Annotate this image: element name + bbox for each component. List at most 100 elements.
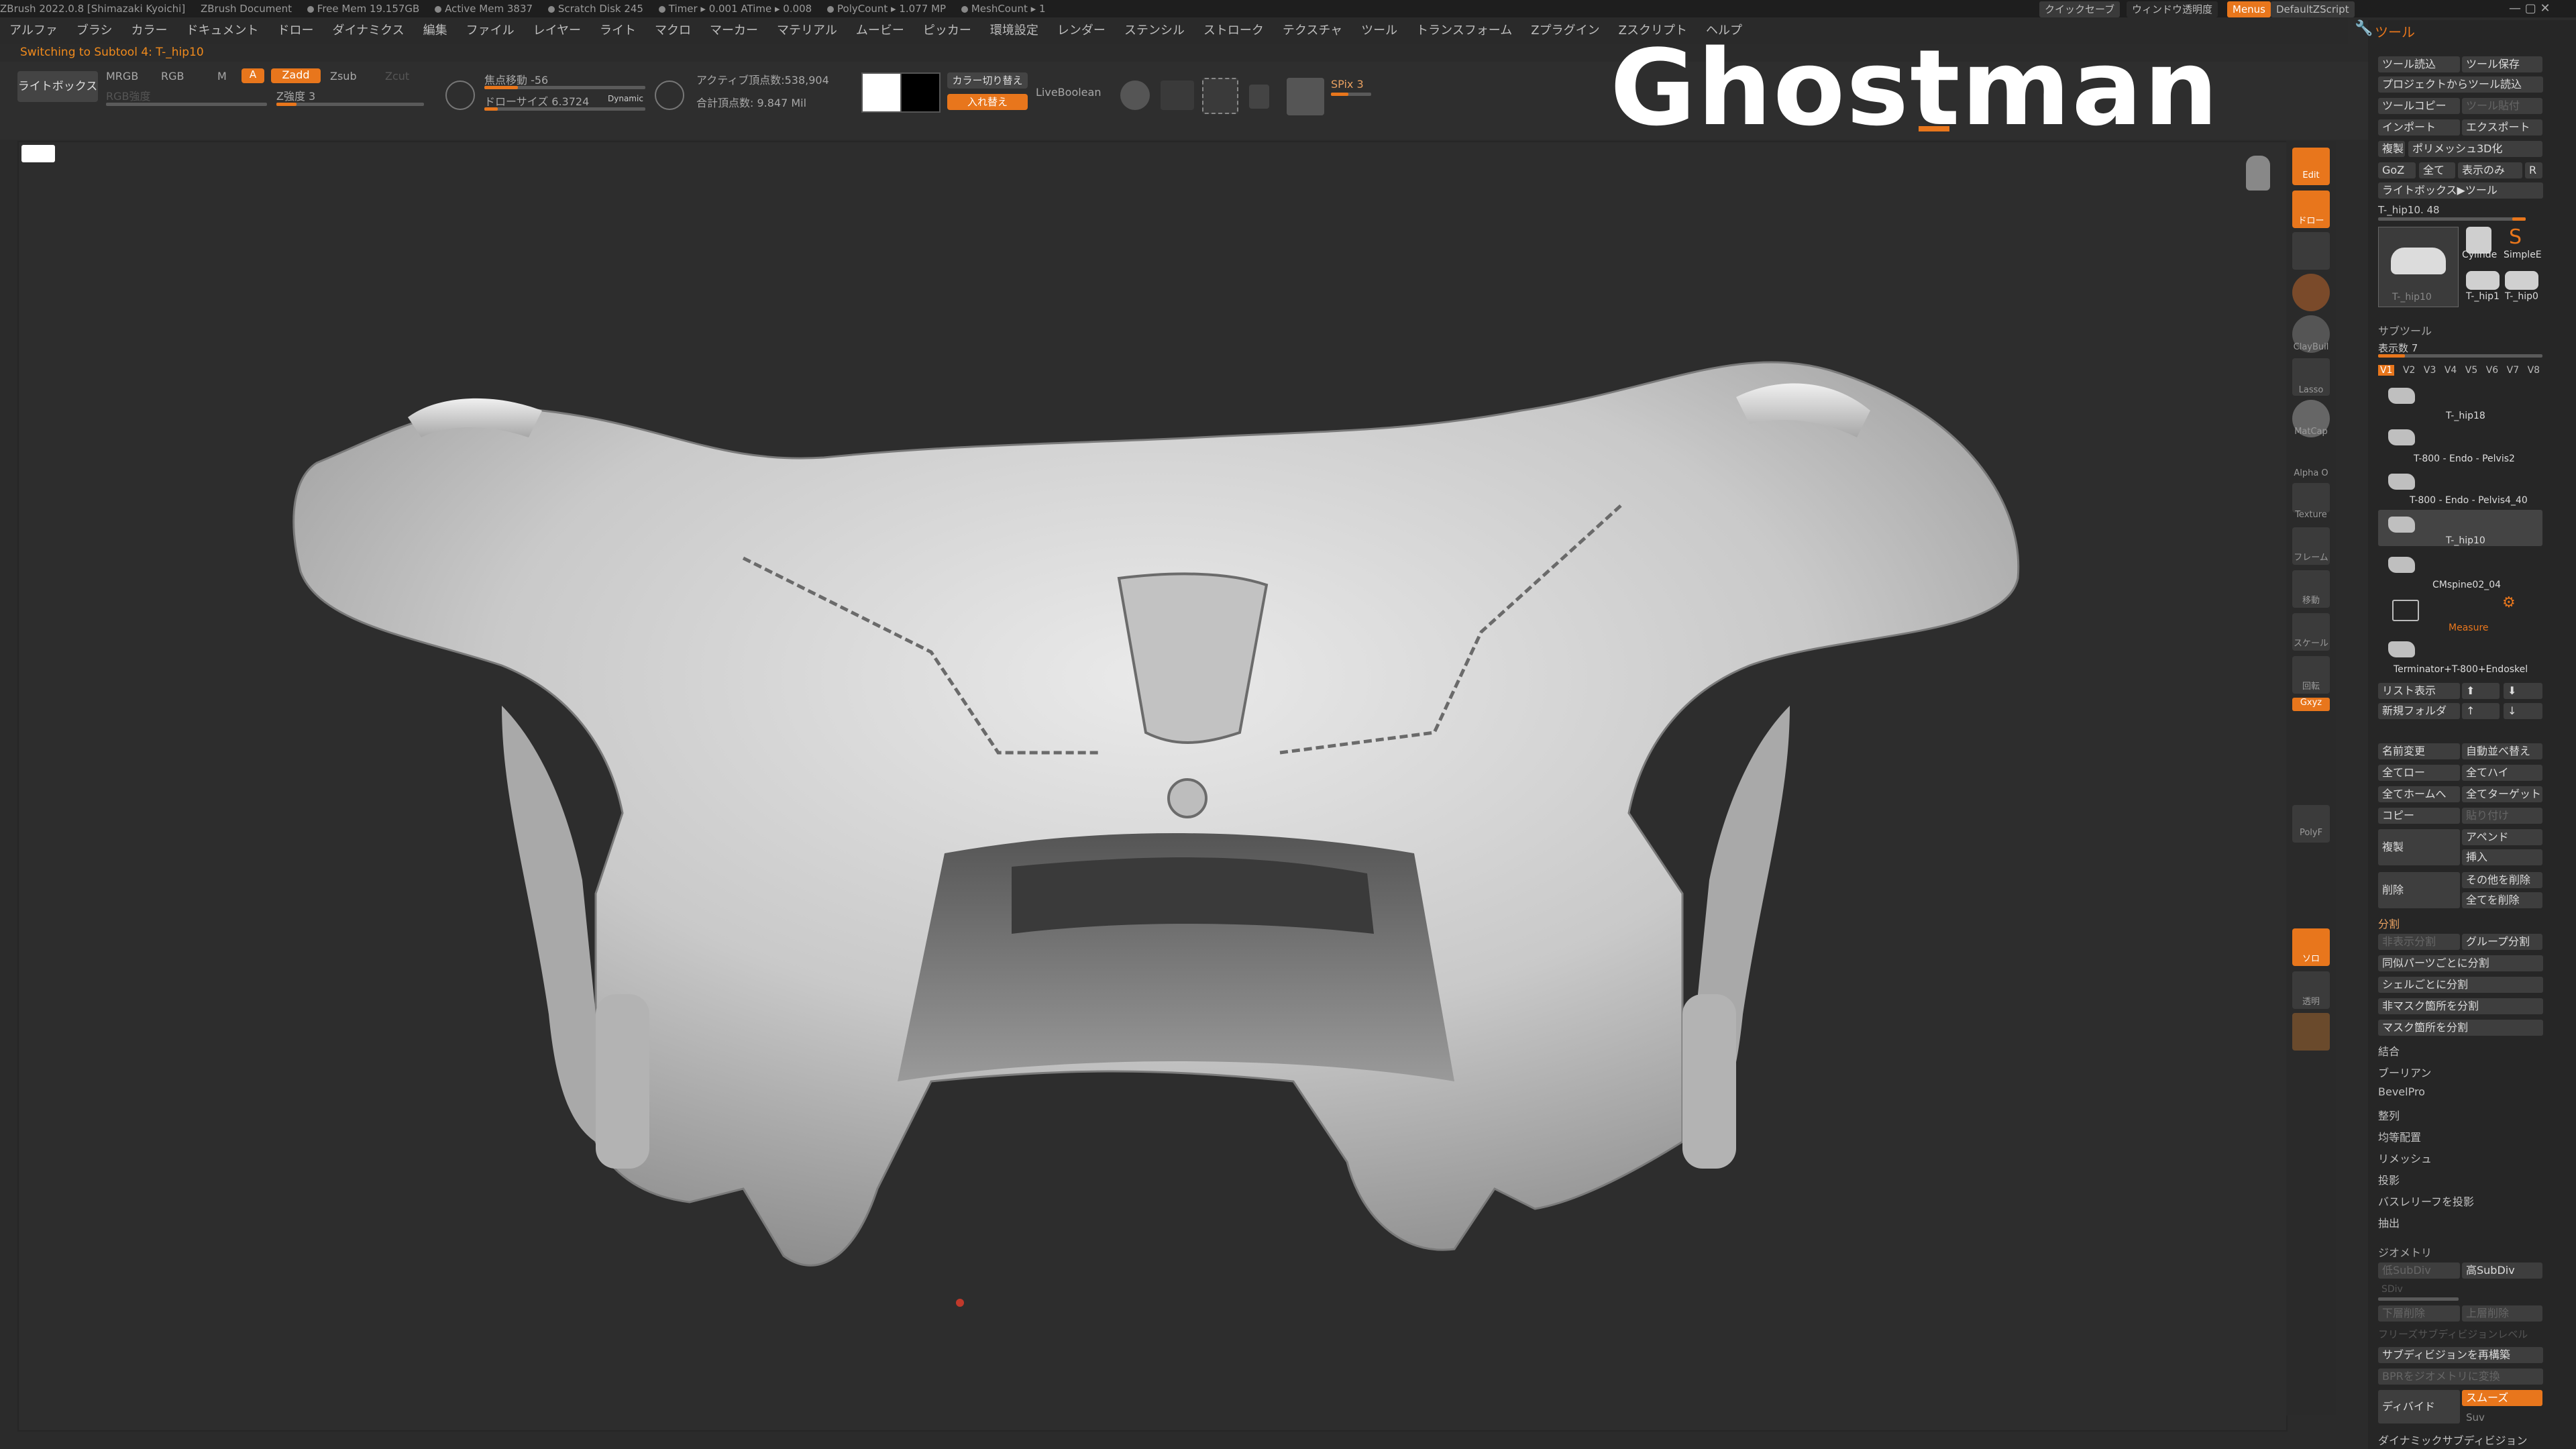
xyz-button[interactable]: Gxyz <box>2292 698 2330 711</box>
higher-res-button[interactable]: 高SubDiv <box>2462 1263 2542 1279</box>
rename-button[interactable]: 名前変更 <box>2378 743 2460 759</box>
menu-item-7[interactable]: ファイル <box>466 23 515 38</box>
menu-item-15[interactable]: 環境設定 <box>990 23 1038 38</box>
stroke-d-icon[interactable] <box>655 80 684 110</box>
menu-item-6[interactable]: 編集 <box>423 23 447 38</box>
navigation-gizmo-icon[interactable] <box>2246 156 2270 191</box>
menu-item-19[interactable]: テクスチャ <box>1283 23 1342 38</box>
convert-bpr-button[interactable]: BPRをジオメトリに変換 <box>2378 1368 2543 1385</box>
secondary-color-swatch[interactable] <box>900 72 941 113</box>
tool-palette-header[interactable]: ツール <box>2375 21 2415 41</box>
dynamesh-icon[interactable] <box>1120 80 1150 110</box>
make-polymesh-button[interactable]: ポリメッシュ3D化 <box>2408 141 2542 157</box>
r-button[interactable]: R <box>2525 162 2542 178</box>
simple-brush-icon[interactable]: S <box>2509 225 2529 252</box>
subtool-item-7[interactable]: Terminator+T-800+Endoskel <box>2394 664 2528 675</box>
menu-item-14[interactable]: ピッカー <box>923 23 971 38</box>
duplicate-button[interactable]: 複製 <box>2378 829 2460 865</box>
extract-item[interactable]: 抽出 <box>2378 1214 2400 1230</box>
thumb-a-icon[interactable] <box>2466 271 2500 290</box>
copy-tool-button[interactable]: ツールコピー <box>2378 98 2460 114</box>
version-row[interactable]: V1 V2 V3 V4 V5 V6 V7 V8 <box>2378 365 2540 376</box>
subtool-thumb-7[interactable] <box>2388 641 2415 657</box>
persp-icon[interactable] <box>1161 80 1194 110</box>
menu-item-0[interactable]: アルファ <box>9 23 58 38</box>
menu-item-1[interactable]: ブラシ <box>76 23 113 38</box>
zscript-button[interactable]: DefaultZScript <box>2271 1 2355 17</box>
move-down-button[interactable]: ⬇ <box>2504 683 2542 699</box>
brush-sphere-icon[interactable] <box>2292 274 2330 311</box>
insert-button[interactable]: 挿入 <box>2462 849 2542 865</box>
menu-item-12[interactable]: マテリアル <box>777 23 837 38</box>
new-folder-button[interactable]: 新規フォルダ <box>2378 703 2460 719</box>
swap-button[interactable]: 入れ替え <box>947 94 1028 110</box>
list-view-button[interactable]: リスト表示 <box>2378 683 2460 699</box>
load-tool-button[interactable]: ツール読込 <box>2378 56 2460 72</box>
window-controls[interactable]: — ▢ ✕ <box>2509 1 2551 15</box>
menu-item-18[interactable]: ストローク <box>1203 23 1264 38</box>
menu-item-21[interactable]: トランスフォーム <box>1416 23 1512 38</box>
menu-item-10[interactable]: マクロ <box>655 23 691 38</box>
subtool-thumb-4[interactable] <box>2388 517 2415 533</box>
remesh-item[interactable]: リメッシュ <box>2378 1150 2432 1166</box>
lower-res-button[interactable]: 低SubDiv <box>2378 1263 2460 1279</box>
split-hidden-button[interactable]: 非表示分割 <box>2378 934 2460 950</box>
color-switch-button[interactable]: カラー切り替え <box>947 72 1028 89</box>
focal-shift-icon[interactable] <box>445 80 475 110</box>
all-button[interactable]: 全て <box>2419 162 2455 178</box>
sdiv-slider[interactable] <box>2378 1297 2459 1301</box>
all-target-button[interactable]: 全てターゲット <box>2462 786 2542 802</box>
copy-subtool-button[interactable]: コピー <box>2378 808 2460 824</box>
a-button[interactable]: A <box>241 68 264 83</box>
subtool-thumb-5[interactable] <box>2388 557 2415 573</box>
subtool-item-1[interactable]: T-_hip18 <box>2446 411 2485 421</box>
move-up-button[interactable]: ⬆ <box>2462 683 2500 699</box>
edit-button[interactable]: Edit <box>2292 148 2330 185</box>
import-button[interactable]: インポート <box>2378 119 2460 136</box>
split-unmasked-button[interactable]: 非マスク箇所を分割 <box>2378 998 2543 1014</box>
all-low-button[interactable]: 全てロー <box>2378 765 2460 781</box>
split-similar-button[interactable]: 同似パーツごとに分割 <box>2378 955 2543 971</box>
main-color-swatch[interactable] <box>861 72 902 113</box>
scale-icon[interactable]: スケール <box>2292 613 2330 651</box>
spix-slider[interactable] <box>1331 93 1371 96</box>
lock-icon[interactable] <box>1249 85 1269 109</box>
subtool-item-5[interactable]: CMspine02_04 <box>2432 580 2501 590</box>
polyframe-icon[interactable]: PolyF <box>2292 805 2330 843</box>
project-item[interactable]: 投影 <box>2378 1171 2400 1187</box>
version-v7[interactable]: V7 <box>2507 365 2519 376</box>
del-lower-button[interactable]: 下層削除 <box>2378 1305 2460 1322</box>
quicksave-button[interactable]: クイックセーブ <box>2039 1 2121 17</box>
split-shell-button[interactable]: シェルごとに分割 <box>2378 977 2543 993</box>
subtool-header[interactable]: サブツール <box>2378 322 2432 338</box>
paste-subtool-button[interactable]: 貼り付け <box>2462 808 2542 824</box>
zadd-button[interactable]: Zadd <box>271 68 321 83</box>
all-home-button[interactable]: 全てホームへ <box>2378 786 2460 802</box>
append-button[interactable]: アペンド <box>2462 829 2542 845</box>
menu-item-5[interactable]: ダイナミクス <box>332 23 404 38</box>
del-higher-button[interactable]: 上層削除 <box>2462 1305 2542 1322</box>
menu-item-2[interactable]: カラー <box>131 23 167 38</box>
save-tool-button[interactable]: ツール保存 <box>2462 56 2542 72</box>
delete-other-button[interactable]: その他を削除 <box>2462 872 2542 888</box>
version-v4[interactable]: V4 <box>2445 365 2457 376</box>
subtool-item-3[interactable]: T-800 - Endo - Pelvis4_40 <box>2410 495 2528 506</box>
arrow-down-icon[interactable]: ↓ <box>2504 703 2542 719</box>
smooth-toggle[interactable]: スムーズ <box>2462 1390 2542 1406</box>
zsub-button[interactable]: Zsub <box>330 70 357 83</box>
geometry-header[interactable]: ジオメトリ <box>2378 1244 2432 1260</box>
lightbox-tool-button[interactable]: ライトボックス▶ツール <box>2378 182 2543 199</box>
reconstruct-subdiv-button[interactable]: サブディビジョンを再構築 <box>2378 1347 2543 1363</box>
goz-button[interactable]: GoZ <box>2378 162 2416 178</box>
visible-count-slider[interactable] <box>2378 354 2542 358</box>
draw-button[interactable]: ドロー <box>2292 191 2330 228</box>
subtool-item-4[interactable]: T-_hip10 <box>2446 535 2485 546</box>
rgb-intensity-slider[interactable] <box>106 103 267 106</box>
split-header[interactable]: 分割 <box>2378 915 2400 931</box>
arrow-up-icon[interactable]: ↑ <box>2462 703 2500 719</box>
focal-shift-slider[interactable] <box>484 86 645 89</box>
project-bas-item[interactable]: バスレリーフを投影 <box>2378 1193 2474 1209</box>
gear-icon[interactable]: ⚙ <box>2502 594 2516 611</box>
thumb-b-icon[interactable] <box>2505 271 2538 290</box>
brush-palette-icon[interactable] <box>2292 1013 2330 1051</box>
